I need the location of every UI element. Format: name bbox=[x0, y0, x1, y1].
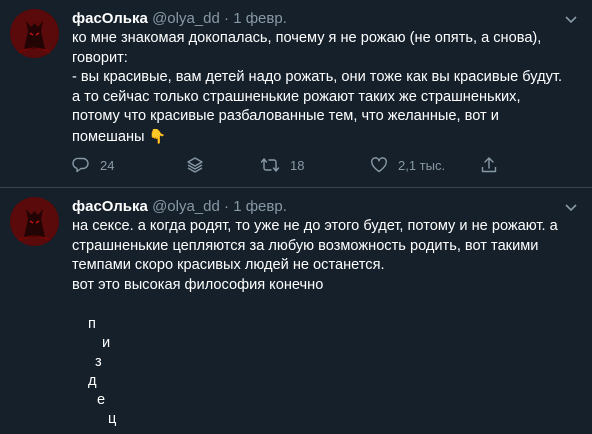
reply-count: 24 bbox=[100, 157, 115, 173]
stack-icon bbox=[187, 157, 203, 173]
reply-icon bbox=[72, 157, 89, 173]
tweet-line: говорит: bbox=[72, 49, 128, 66]
author-handle[interactable]: @olya_dd bbox=[152, 198, 220, 215]
tweet-header: фасОлька @olya_dd · 1 февр. bbox=[72, 197, 287, 217]
retweet-icon bbox=[260, 158, 280, 172]
tweet[interactable]: фасОлька @olya_dd · 1 февр. на сексе. а … bbox=[0, 188, 592, 434]
reply-button[interactable]: 24 bbox=[72, 154, 114, 176]
tweet-line: темпами скоро красивых людей не останетс… bbox=[72, 257, 385, 274]
tweet[interactable]: фасОлька @olya_dd · 1 февр. ко мне знако… bbox=[0, 0, 592, 188]
author-handle[interactable]: @olya_dd bbox=[152, 10, 220, 27]
tweet-actions: 24 18 2,1 тыс. bbox=[72, 154, 512, 178]
tweet-line-text: помешаны bbox=[72, 128, 145, 145]
separator: · bbox=[224, 198, 230, 215]
chevron-down-icon[interactable] bbox=[563, 11, 579, 27]
tweet-date[interactable]: 1 февр. bbox=[233, 198, 287, 215]
separator: · bbox=[224, 10, 230, 27]
pointing-down-emoji: 👇 bbox=[148, 127, 167, 144]
retweet-count: 18 bbox=[290, 157, 305, 173]
vertical-letter: и bbox=[102, 335, 111, 351]
vertical-letter: д bbox=[88, 373, 97, 389]
tweet-line: страшненькие цепляются за любую возможно… bbox=[72, 237, 539, 254]
vertical-letter: п bbox=[88, 316, 96, 332]
share-icon bbox=[481, 157, 497, 173]
avatar[interactable] bbox=[10, 9, 59, 58]
tweet-line: а то сейчас только страшненькие рожают т… bbox=[72, 88, 521, 105]
tweet-line: вот это высокая философия конечно bbox=[72, 276, 324, 293]
heart-icon bbox=[371, 157, 387, 173]
stack-button[interactable] bbox=[186, 154, 204, 176]
tweet-line: помешаны 👇 bbox=[72, 127, 580, 148]
chevron-down-icon[interactable] bbox=[563, 199, 579, 215]
vertical-letter: ц bbox=[108, 411, 117, 427]
author-name[interactable]: фасОлька bbox=[72, 198, 148, 215]
tweet-date[interactable]: 1 февр. bbox=[233, 10, 287, 27]
like-button[interactable]: 2,1 тыс. bbox=[370, 154, 445, 176]
tweet-header: фасОлька @olya_dd · 1 февр. bbox=[72, 9, 287, 29]
author-name[interactable]: фасОлька bbox=[72, 10, 148, 27]
vertical-letter: е bbox=[97, 392, 106, 408]
tweet-text: ко мне знакомая докопалась, почему я не … bbox=[72, 29, 580, 148]
retweet-button[interactable]: 18 bbox=[260, 154, 304, 176]
tweet-text: на сексе. а когда родят, то уже не до эт… bbox=[72, 217, 580, 295]
tweet-line: ко мне знакомая докопалась, почему я не … bbox=[72, 30, 542, 46]
like-count: 2,1 тыс. bbox=[398, 157, 446, 173]
tweet-line: - вы красивые, вам детей надо рожать, он… bbox=[72, 69, 563, 86]
vertical-letter: з bbox=[95, 354, 102, 370]
avatar[interactable] bbox=[10, 197, 59, 246]
share-button[interactable] bbox=[480, 154, 498, 176]
tweet-line: на сексе. а когда родят, то уже не до эт… bbox=[72, 218, 558, 234]
tweet-line: потому что красивые разбалованные тем, ч… bbox=[72, 108, 499, 125]
